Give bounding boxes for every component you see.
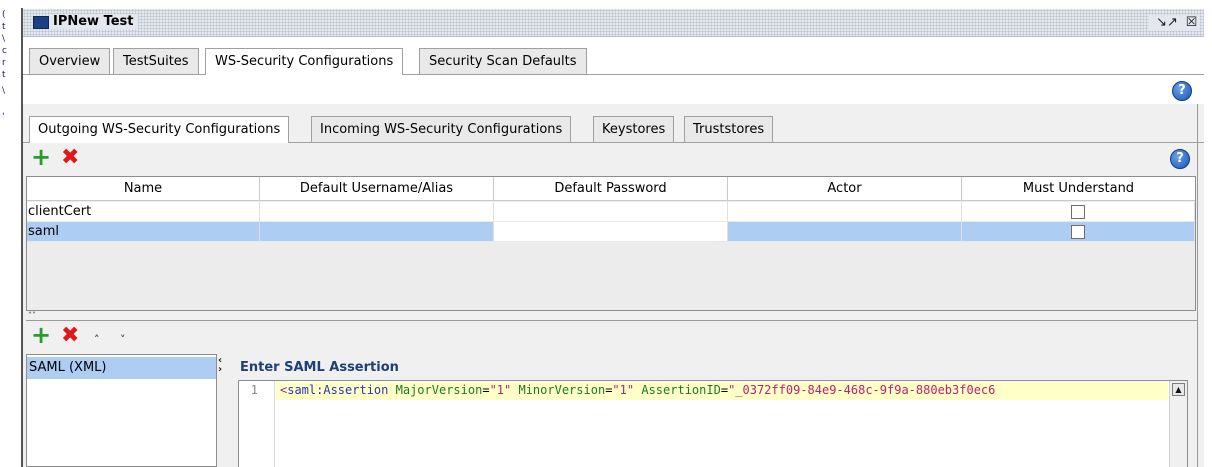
window-title: IPNew Test: [49, 14, 138, 29]
remove-configuration-button[interactable]: ✖: [61, 147, 79, 169]
column-header-name[interactable]: Name: [27, 177, 260, 201]
must-understand-checkbox[interactable]: [1071, 225, 1085, 239]
cell-actor[interactable]: [728, 202, 962, 222]
move-down-icon[interactable]: ˅: [120, 331, 126, 349]
tab-keystores[interactable]: Keystores: [593, 116, 675, 142]
code-line[interactable]: <saml:Assertion MajorVersion="1" MinorVe…: [276, 382, 1168, 400]
scroll-up-icon[interactable]: ▲: [1172, 383, 1185, 396]
table-row[interactable]: saml: [27, 222, 1195, 242]
tab-ws-security-configurations[interactable]: WS-Security Configurations: [205, 48, 404, 75]
tab-security-scan-defaults[interactable]: Security Scan Defaults: [419, 48, 587, 74]
column-header-must-understand[interactable]: Must Understand: [962, 177, 1195, 201]
cell-actor[interactable]: [728, 222, 962, 242]
cell-username[interactable]: [260, 202, 494, 222]
tab-overview[interactable]: Overview: [29, 48, 111, 74]
table-header: Name Default Username/Alias Default Pass…: [27, 177, 1195, 201]
column-header-username[interactable]: Default Username/Alias: [260, 177, 494, 201]
help-icon-outgoing[interactable]: ?: [1170, 149, 1190, 169]
cell-must-understand: [962, 202, 1195, 222]
move-up-icon[interactable]: ˄: [94, 331, 100, 349]
collapse-toggle-icon[interactable]: ‹ ›: [218, 356, 222, 375]
left-gutter: (t \ crt \ ': [0, 0, 22, 467]
tab-testsuites[interactable]: TestSuites: [113, 48, 199, 74]
line-number: 1: [250, 383, 258, 397]
table-row[interactable]: clientCert: [27, 202, 1195, 222]
cell-password[interactable]: [494, 222, 728, 242]
configurations-table: Name Default Username/Alias Default Pass…: [26, 176, 1196, 311]
window-titlebar[interactable]: IPNew Test ↘↗ ☒: [23, 9, 1204, 37]
undock-icon[interactable]: ↘↗: [1149, 15, 1185, 31]
tab-outgoing-ws-security[interactable]: Outgoing WS-Security Configurations: [29, 116, 290, 143]
add-configuration-button[interactable]: +: [31, 145, 51, 169]
tab-incoming-ws-security[interactable]: Incoming WS-Security Configurations: [311, 116, 572, 142]
line-number-gutter: 1: [239, 381, 275, 467]
cell-password[interactable]: [494, 202, 728, 222]
splitter-divider[interactable]: [26, 320, 1198, 321]
editor-scrollbar[interactable]: ▲: [1169, 381, 1187, 467]
saml-assertion-editor[interactable]: 1 <saml:Assertion MajorVersion="1" Minor…: [238, 380, 1188, 467]
saml-assertion-label: Enter SAML Assertion: [240, 360, 399, 375]
tabs-divider: [23, 74, 1204, 75]
column-header-actor[interactable]: Actor: [728, 177, 962, 201]
remove-entry-button[interactable]: ✖: [61, 325, 79, 347]
column-header-password[interactable]: Default Password: [494, 177, 728, 201]
cell-username[interactable]: [260, 222, 494, 242]
entries-list: SAML (XML): [26, 354, 217, 467]
must-understand-checkbox[interactable]: [1071, 205, 1085, 219]
cell-must-understand: [962, 222, 1195, 242]
panel-border: [1197, 104, 1198, 467]
cell-name[interactable]: clientCert: [27, 202, 260, 222]
close-icon[interactable]: ☒: [1183, 15, 1200, 31]
help-icon[interactable]: ?: [1172, 81, 1192, 101]
list-item[interactable]: SAML (XML): [27, 357, 216, 379]
tab-truststores[interactable]: Truststores: [684, 116, 774, 142]
add-entry-button[interactable]: +: [31, 323, 51, 347]
window-icon: [33, 16, 49, 29]
splitter-toggle[interactable]: ˄˅: [28, 311, 36, 320]
cell-name[interactable]: saml: [27, 222, 260, 242]
